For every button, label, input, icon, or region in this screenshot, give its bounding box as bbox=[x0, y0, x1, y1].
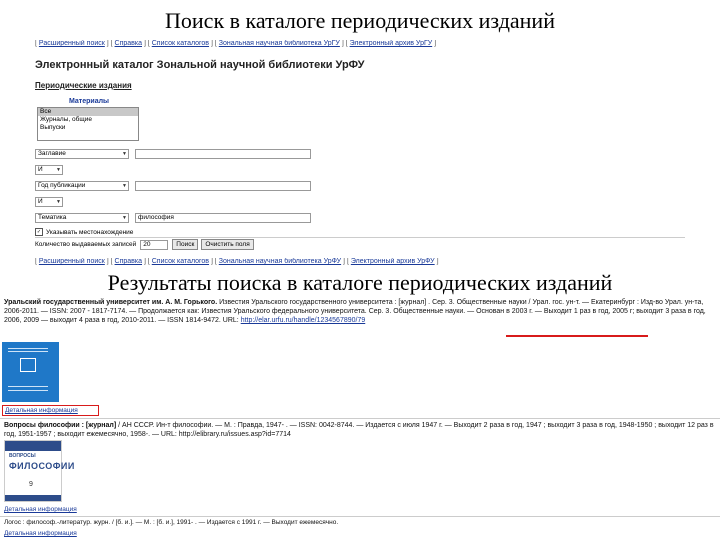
catalog-search-form: [ Расширенный поиск ] [ Справка ] [ Спис… bbox=[35, 40, 685, 265]
count-label: Количество выдаваемых записей bbox=[35, 241, 137, 248]
chevron-down-icon: ▼ bbox=[122, 183, 127, 189]
materials-option-all[interactable]: Все bbox=[38, 108, 138, 116]
search-button[interactable]: Поиск bbox=[172, 239, 199, 250]
nav-bottom-catalog-list[interactable]: Список каталогов bbox=[152, 258, 209, 265]
cover-title: ФИЛОСОФИИ bbox=[9, 461, 75, 471]
divider bbox=[0, 418, 720, 419]
term-input-1[interactable] bbox=[135, 149, 311, 159]
operator-select-2[interactable]: И ▼ bbox=[35, 197, 63, 207]
chevron-down-icon: ▼ bbox=[56, 167, 61, 173]
field-select-3-value: Тематика bbox=[38, 214, 67, 221]
result-2-detail-link[interactable]: Детальная информация bbox=[4, 505, 77, 514]
catalog-title: Электронный каталог Зональной научной би… bbox=[35, 59, 365, 71]
operator-select-2-value: И bbox=[38, 198, 43, 205]
nav-bottom-archive[interactable]: Электронный архив УрФУ bbox=[351, 258, 435, 265]
section-title: Периодические издания bbox=[35, 81, 132, 90]
materials-label: Материалы bbox=[69, 98, 110, 105]
journal-logo-icon bbox=[20, 358, 36, 372]
term-input-3[interactable]: философия bbox=[135, 213, 311, 223]
materials-listbox[interactable]: Все Журналы, общие Выпуски bbox=[37, 107, 139, 141]
result-1-detail-link[interactable]: Детальная информация bbox=[2, 405, 99, 416]
slide-title-top: Поиск в каталоге периодических изданий bbox=[165, 8, 555, 33]
location-checkbox[interactable]: ✓ bbox=[35, 228, 43, 236]
result-2-cover[interactable]: ВОПРОСЫ ФИЛОСОФИИ 9 bbox=[4, 440, 74, 502]
cover-stripe bbox=[8, 390, 48, 391]
divider bbox=[35, 237, 685, 238]
nav-bottom-advanced-search[interactable]: Расширенный поиск bbox=[39, 258, 105, 265]
chevron-down-icon: ▼ bbox=[122, 151, 127, 157]
cover-stripe bbox=[8, 351, 48, 352]
field-select-1[interactable]: Заглавие ▼ bbox=[35, 149, 129, 159]
materials-option-issues[interactable]: Выпуски bbox=[38, 124, 138, 132]
cover-band bbox=[5, 441, 61, 451]
highlight-underline bbox=[506, 335, 648, 337]
clear-button[interactable]: Очистить поля bbox=[201, 239, 254, 250]
result-2-title: Вопросы философии : [журнал] bbox=[4, 422, 117, 429]
result-3-detail-link[interactable]: Детальная информация bbox=[4, 529, 77, 538]
nav-archive[interactable]: Электронный архив УрГУ bbox=[350, 40, 433, 47]
field-select-3[interactable]: Тематика ▼ bbox=[35, 213, 129, 223]
cover-stripe bbox=[8, 348, 48, 349]
nav-catalog-list[interactable]: Список каталогов bbox=[152, 40, 209, 47]
cover-issue-number: 9 bbox=[29, 481, 33, 488]
count-option: Количество выдаваемых записей 20 Поиск О… bbox=[35, 239, 685, 250]
nav-bottom-help[interactable]: Справка bbox=[115, 258, 142, 265]
result-1-url[interactable]: http://elar.urfu.ru/handle/1234567890/79 bbox=[241, 317, 366, 324]
cover-stripe bbox=[8, 386, 48, 387]
slide-title-results: Результаты поиска в каталоге периодическ… bbox=[107, 270, 613, 295]
location-checkbox-label: Указывать местонахождение bbox=[46, 228, 134, 236]
count-input[interactable]: 20 bbox=[140, 239, 169, 250]
operator-select-1-value: И bbox=[38, 166, 43, 173]
field-select-2[interactable]: Год публикации ▼ bbox=[35, 181, 129, 191]
location-option: ✓ Указывать местонахождение bbox=[35, 228, 685, 236]
top-nav: [ Расширенный поиск ] [ Справка ] [ Спис… bbox=[35, 40, 437, 47]
field-select-1-value: Заглавие bbox=[38, 150, 66, 157]
nav-help[interactable]: Справка bbox=[115, 40, 142, 47]
field-select-2-value: Год публикации bbox=[38, 182, 86, 189]
nav-library[interactable]: Зональная научная библиотека УрГУ bbox=[219, 40, 340, 47]
chevron-down-icon: ▼ bbox=[122, 215, 127, 221]
result-record-3: Логос : философ.-литератур. журн. / [б. … bbox=[0, 519, 720, 527]
bottom-nav: [ Расширенный поиск ] [ Справка ] [ Спис… bbox=[35, 258, 439, 265]
divider bbox=[0, 516, 720, 517]
chevron-down-icon: ▼ bbox=[56, 199, 61, 205]
cover-footer bbox=[5, 495, 61, 501]
result-record-2: Вопросы философии : [журнал] / АН СССР. … bbox=[0, 421, 720, 439]
operator-select-1[interactable]: И ▼ bbox=[35, 165, 63, 175]
materials-option-journals[interactable]: Журналы, общие bbox=[38, 116, 138, 124]
nav-advanced-search[interactable]: Расширенный поиск bbox=[39, 40, 105, 47]
cover-subtitle: ВОПРОСЫ bbox=[9, 453, 36, 459]
result-1-cover[interactable] bbox=[2, 342, 59, 402]
result-3-text: Логос : философ.-литератур. журн. / [б. … bbox=[4, 519, 339, 526]
result-record-1: Уральский государственный университет им… bbox=[0, 298, 720, 325]
nav-bottom-library[interactable]: Зональная научная библиотека УрФУ bbox=[219, 258, 341, 265]
term-input-2[interactable] bbox=[135, 181, 311, 191]
result-1-title: Уральский государственный университет им… bbox=[4, 299, 218, 306]
